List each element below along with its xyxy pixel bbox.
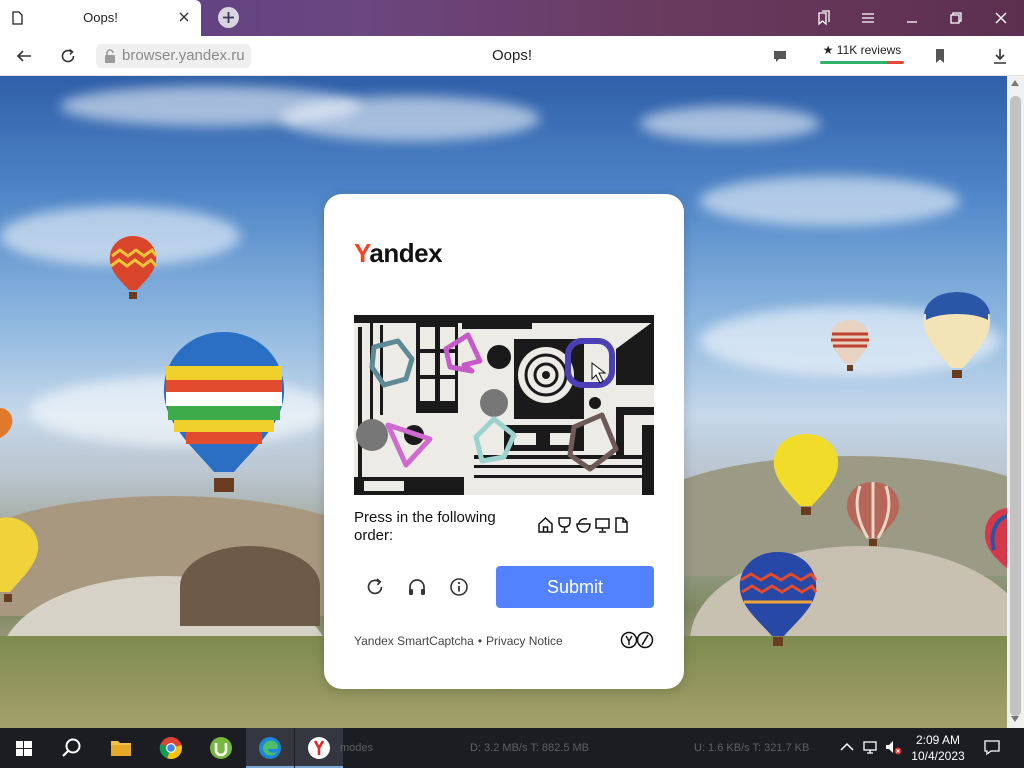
balloon — [830, 320, 870, 371]
captcha-picture[interactable] — [354, 315, 654, 495]
taskbar: modes D: 3.2 MB/s T: 882.5 MB U: 1.6 KB/… — [0, 728, 1024, 768]
page-scrollbar[interactable] — [1007, 76, 1024, 728]
document-icon — [613, 516, 630, 534]
volume-muted-icon[interactable] — [884, 738, 902, 756]
captcha-footer: Yandex SmartCaptcha • Privacy Notice — [354, 634, 563, 648]
download-icon[interactable] — [991, 47, 1009, 65]
captcha-instruction: Press in the following order: — [354, 509, 496, 544]
bookmarks-collection-icon[interactable] — [816, 10, 832, 26]
browser-tab[interactable]: Oops! — [0, 0, 201, 36]
plus-icon — [223, 12, 234, 23]
balloon — [984, 508, 1007, 568]
scroll-down-arrow-icon[interactable] — [1011, 716, 1019, 722]
scroll-up-arrow-icon[interactable] — [1011, 80, 1019, 86]
balloon — [773, 434, 839, 515]
windows-start-button[interactable] — [0, 728, 48, 768]
submit-button[interactable]: Submit — [496, 566, 654, 608]
clock-time: 2:09 AM — [915, 733, 961, 747]
bowl-icon — [575, 516, 592, 534]
cloud — [640, 106, 820, 141]
reviews-rating-bar — [820, 61, 904, 64]
balloon — [0, 517, 39, 602]
network-icon[interactable] — [862, 738, 880, 756]
taskbar-status-modes: modes — [340, 742, 374, 754]
utorrent-button[interactable] — [197, 728, 245, 768]
restore-icon[interactable] — [948, 10, 964, 26]
captcha-card: Yandex Press in the following order: Sub… — [324, 194, 684, 689]
utorrent-icon — [210, 737, 232, 759]
monitor-icon — [594, 516, 611, 534]
info-icon[interactable] — [448, 576, 470, 598]
tab-strip: Oops! — [0, 0, 1024, 36]
balloon — [163, 332, 285, 492]
clock-date: 10/4/2023 — [911, 749, 965, 763]
reload-icon[interactable] — [364, 576, 386, 598]
yandex-browser-icon — [308, 737, 330, 759]
yandex-logo: Yandex — [354, 238, 443, 268]
close-icon[interactable] — [993, 10, 1009, 26]
reviews-label: ★ 11K reviews — [822, 43, 902, 57]
chevron-up-icon[interactable] — [838, 738, 856, 756]
yandex-cloud-logo-icon — [620, 631, 654, 649]
hamburger-menu-icon[interactable] — [860, 10, 876, 26]
reviews-button[interactable]: ★ 11K reviews — [818, 43, 906, 67]
bookmark-icon[interactable] — [931, 47, 949, 65]
smartcaptcha-link[interactable]: Yandex SmartCaptcha — [354, 634, 474, 648]
cloud — [280, 96, 540, 141]
windows-start-icon — [16, 741, 32, 756]
url-text: browser.yandex.ru — [122, 47, 245, 64]
yandex-browser-button[interactable] — [295, 728, 343, 768]
footer-separator: • — [477, 634, 483, 648]
edge-button[interactable] — [246, 728, 294, 768]
reload-icon[interactable] — [59, 47, 77, 65]
balloon — [923, 292, 991, 378]
download-speed: D: 3.2 MB/s T: 882.5 MB — [470, 742, 590, 754]
edge-icon — [259, 737, 281, 759]
search-button[interactable] — [48, 728, 96, 768]
order-icons — [537, 516, 630, 536]
cloud — [700, 176, 960, 226]
balloon — [846, 482, 900, 546]
balloon — [109, 236, 158, 299]
chrome-icon — [159, 737, 182, 760]
balloon — [739, 552, 818, 646]
file-explorer-button[interactable] — [97, 728, 145, 768]
arrow-left-icon[interactable] — [15, 47, 33, 65]
headphones-icon[interactable] — [406, 576, 428, 598]
trophy-icon — [556, 516, 573, 534]
captcha-image[interactable] — [354, 315, 654, 495]
notification-icon[interactable] — [983, 738, 1001, 756]
minimize-icon[interactable] — [904, 10, 920, 26]
file-explorer-icon — [111, 741, 131, 756]
scrollbar-thumb[interactable] — [1010, 96, 1021, 716]
url-field[interactable]: browser.yandex.ru — [96, 44, 251, 68]
house-icon — [537, 516, 554, 534]
lock-icon[interactable] — [103, 48, 117, 64]
search-icon — [62, 738, 81, 757]
tab-title: Oops! — [83, 10, 118, 25]
chat-icon[interactable] — [771, 47, 789, 65]
close-icon[interactable] — [176, 9, 192, 25]
upload-speed: U: 1.6 KB/s T: 321.7 KB — [694, 742, 810, 754]
privacy-notice-link[interactable]: Privacy Notice — [486, 634, 563, 648]
clock[interactable]: 2:09 AM 10/4/2023 — [905, 732, 971, 764]
rock-formation — [180, 546, 320, 626]
chrome-button[interactable] — [147, 728, 195, 768]
new-tab-button[interactable] — [218, 7, 239, 28]
balloon — [0, 408, 13, 438]
